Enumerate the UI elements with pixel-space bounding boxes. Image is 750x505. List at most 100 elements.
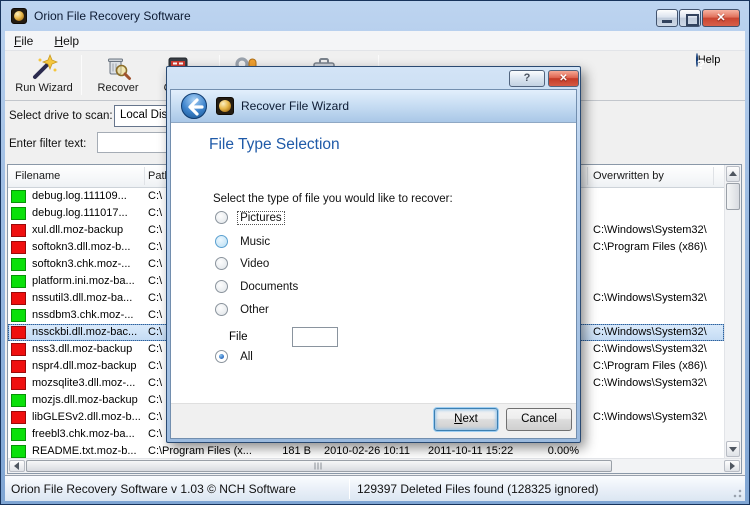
radio-icon[interactable] (215, 211, 228, 224)
next-button[interactable]: Next (434, 408, 498, 431)
dialog-app-icon (216, 97, 234, 115)
wand-icon (30, 54, 58, 81)
status-chip (11, 326, 26, 339)
cell-filename: debug.log.111017... (32, 207, 144, 219)
radio-icon[interactable] (215, 350, 228, 363)
cell-created: 2010-02-26 10:11 (324, 445, 424, 457)
cell-filename: softokn3.chk.moz-... (32, 258, 144, 270)
cell-filename: softokn3.dll.moz-b... (32, 241, 144, 253)
down-arrow-icon (729, 447, 737, 452)
menu-help[interactable]: Help (45, 31, 88, 48)
app-icon (11, 8, 27, 24)
left-arrow-icon (14, 462, 19, 470)
cell-overwritten-by: C:\Windows\System32\ (593, 411, 715, 423)
run-wizard-button[interactable]: Run Wizard (5, 54, 83, 99)
cell-overwritten-by: C:\Windows\System32\ (593, 326, 715, 338)
status-chip (11, 377, 26, 390)
right-arrow-icon (730, 462, 735, 470)
scroll-up-button[interactable] (726, 166, 740, 182)
radio-option[interactable]: Music (215, 235, 272, 251)
status-chip (11, 445, 26, 458)
radio-option[interactable]: Other (215, 303, 271, 319)
cell-filename: freebl3.chk.moz-ba... (32, 428, 144, 440)
cell-filename: README.txt.moz-b... (32, 445, 144, 457)
cell-filename: nssutil3.dll.moz-ba... (32, 292, 144, 304)
status-chip (11, 241, 26, 254)
horizontal-scroll-thumb[interactable] (26, 460, 612, 472)
status-chip (11, 343, 26, 356)
cell-filename: nspr4.dll.moz-backup (32, 360, 144, 372)
header-divider[interactable] (587, 167, 588, 185)
cell-overwritten-by: C:\Windows\System32\ (593, 292, 715, 304)
filter-input[interactable] (97, 132, 171, 153)
minimize-button[interactable] (656, 9, 678, 27)
vertical-scroll-thumb[interactable] (726, 183, 740, 210)
scroll-left-button[interactable] (9, 460, 25, 472)
cell-filename: debug.log.111109... (32, 190, 144, 202)
radio-label: Music (238, 236, 272, 248)
back-arrow-icon (182, 94, 208, 120)
cell-filename: nssdbm3.chk.moz-... (32, 309, 144, 321)
cell-filename: nssckbi.dll.moz-bac... (32, 326, 144, 338)
cell-filename: mozsqlite3.dll.moz-... (32, 377, 144, 389)
dialog-help-button[interactable]: ? (509, 70, 545, 87)
status-chip (11, 394, 26, 407)
cell-overwritten-by: C:\Windows\System32\ (593, 377, 715, 389)
status-chip (11, 190, 26, 203)
radio-label: Documents (238, 281, 300, 293)
status-chip (11, 411, 26, 424)
close-button[interactable] (702, 9, 740, 27)
status-files-found-text: 129397 Deleted Files found (128325 ignor… (357, 482, 599, 496)
cell-filename: nss3.dll.moz-backup (32, 343, 144, 355)
scroll-right-button[interactable] (724, 460, 740, 472)
cell-filename: libGLESv2.dll.moz-b... (32, 411, 144, 423)
recover-label: Recover (85, 82, 151, 94)
recover-icon (104, 54, 132, 81)
toolbar-separator (81, 55, 82, 95)
horizontal-scrollbar[interactable] (8, 458, 741, 473)
help-button[interactable]: Help (681, 54, 735, 99)
status-chip (11, 224, 26, 237)
dialog-prompt: Select the type of file you would like t… (213, 193, 453, 205)
cancel-button[interactable]: Cancel (506, 408, 572, 431)
cell-filename: mozjs.dll.moz-backup (32, 394, 144, 406)
dialog-title: Recover File Wizard (241, 90, 349, 123)
radio-option[interactable]: All (215, 350, 255, 366)
radio-option[interactable]: Pictures (215, 211, 284, 227)
column-filename[interactable]: Filename (15, 170, 60, 182)
column-overwritten-by[interactable]: Overwritten by (593, 170, 664, 182)
resize-grip[interactable] (730, 486, 742, 498)
maximize-button[interactable] (679, 9, 701, 27)
back-button[interactable] (181, 93, 207, 119)
recover-button[interactable]: Recover (85, 54, 151, 99)
header-divider[interactable] (144, 167, 145, 185)
scroll-down-button[interactable] (726, 441, 740, 457)
header-divider[interactable] (713, 167, 714, 185)
cell-filename: xul.dll.moz-backup (32, 224, 144, 236)
menu-file[interactable]: File (5, 31, 42, 48)
cell-overwritten-pct: 0.00% (518, 445, 579, 457)
next-label: Next (435, 413, 497, 425)
vertical-scrollbar[interactable] (724, 165, 741, 458)
radio-icon[interactable] (215, 280, 228, 293)
radio-label: Other (238, 304, 271, 316)
window-title: Orion File Recovery Software (34, 9, 191, 23)
dialog-nav-band: Recover File Wizard (171, 90, 576, 123)
help-icon (696, 53, 698, 67)
radio-icon[interactable] (215, 235, 228, 248)
dialog-body: Recover File Wizard File Type Selection … (170, 89, 577, 439)
status-chip (11, 360, 26, 373)
radio-option[interactable]: Documents (215, 280, 300, 296)
dialog-titlebar: ? ✕ (167, 67, 580, 89)
cell-filename: platform.ini.moz-ba... (32, 275, 144, 287)
status-chip (11, 428, 26, 441)
radio-icon[interactable] (215, 303, 228, 316)
status-chip (11, 292, 26, 305)
file-extension-input[interactable] (292, 327, 338, 347)
radio-icon[interactable] (215, 257, 228, 270)
dialog-close-button[interactable]: ✕ (548, 70, 579, 87)
dialog-footer: Next Cancel (171, 403, 576, 438)
cell-size: 181 B (248, 445, 311, 457)
status-chip (11, 275, 26, 288)
radio-option[interactable]: Video (215, 257, 271, 273)
